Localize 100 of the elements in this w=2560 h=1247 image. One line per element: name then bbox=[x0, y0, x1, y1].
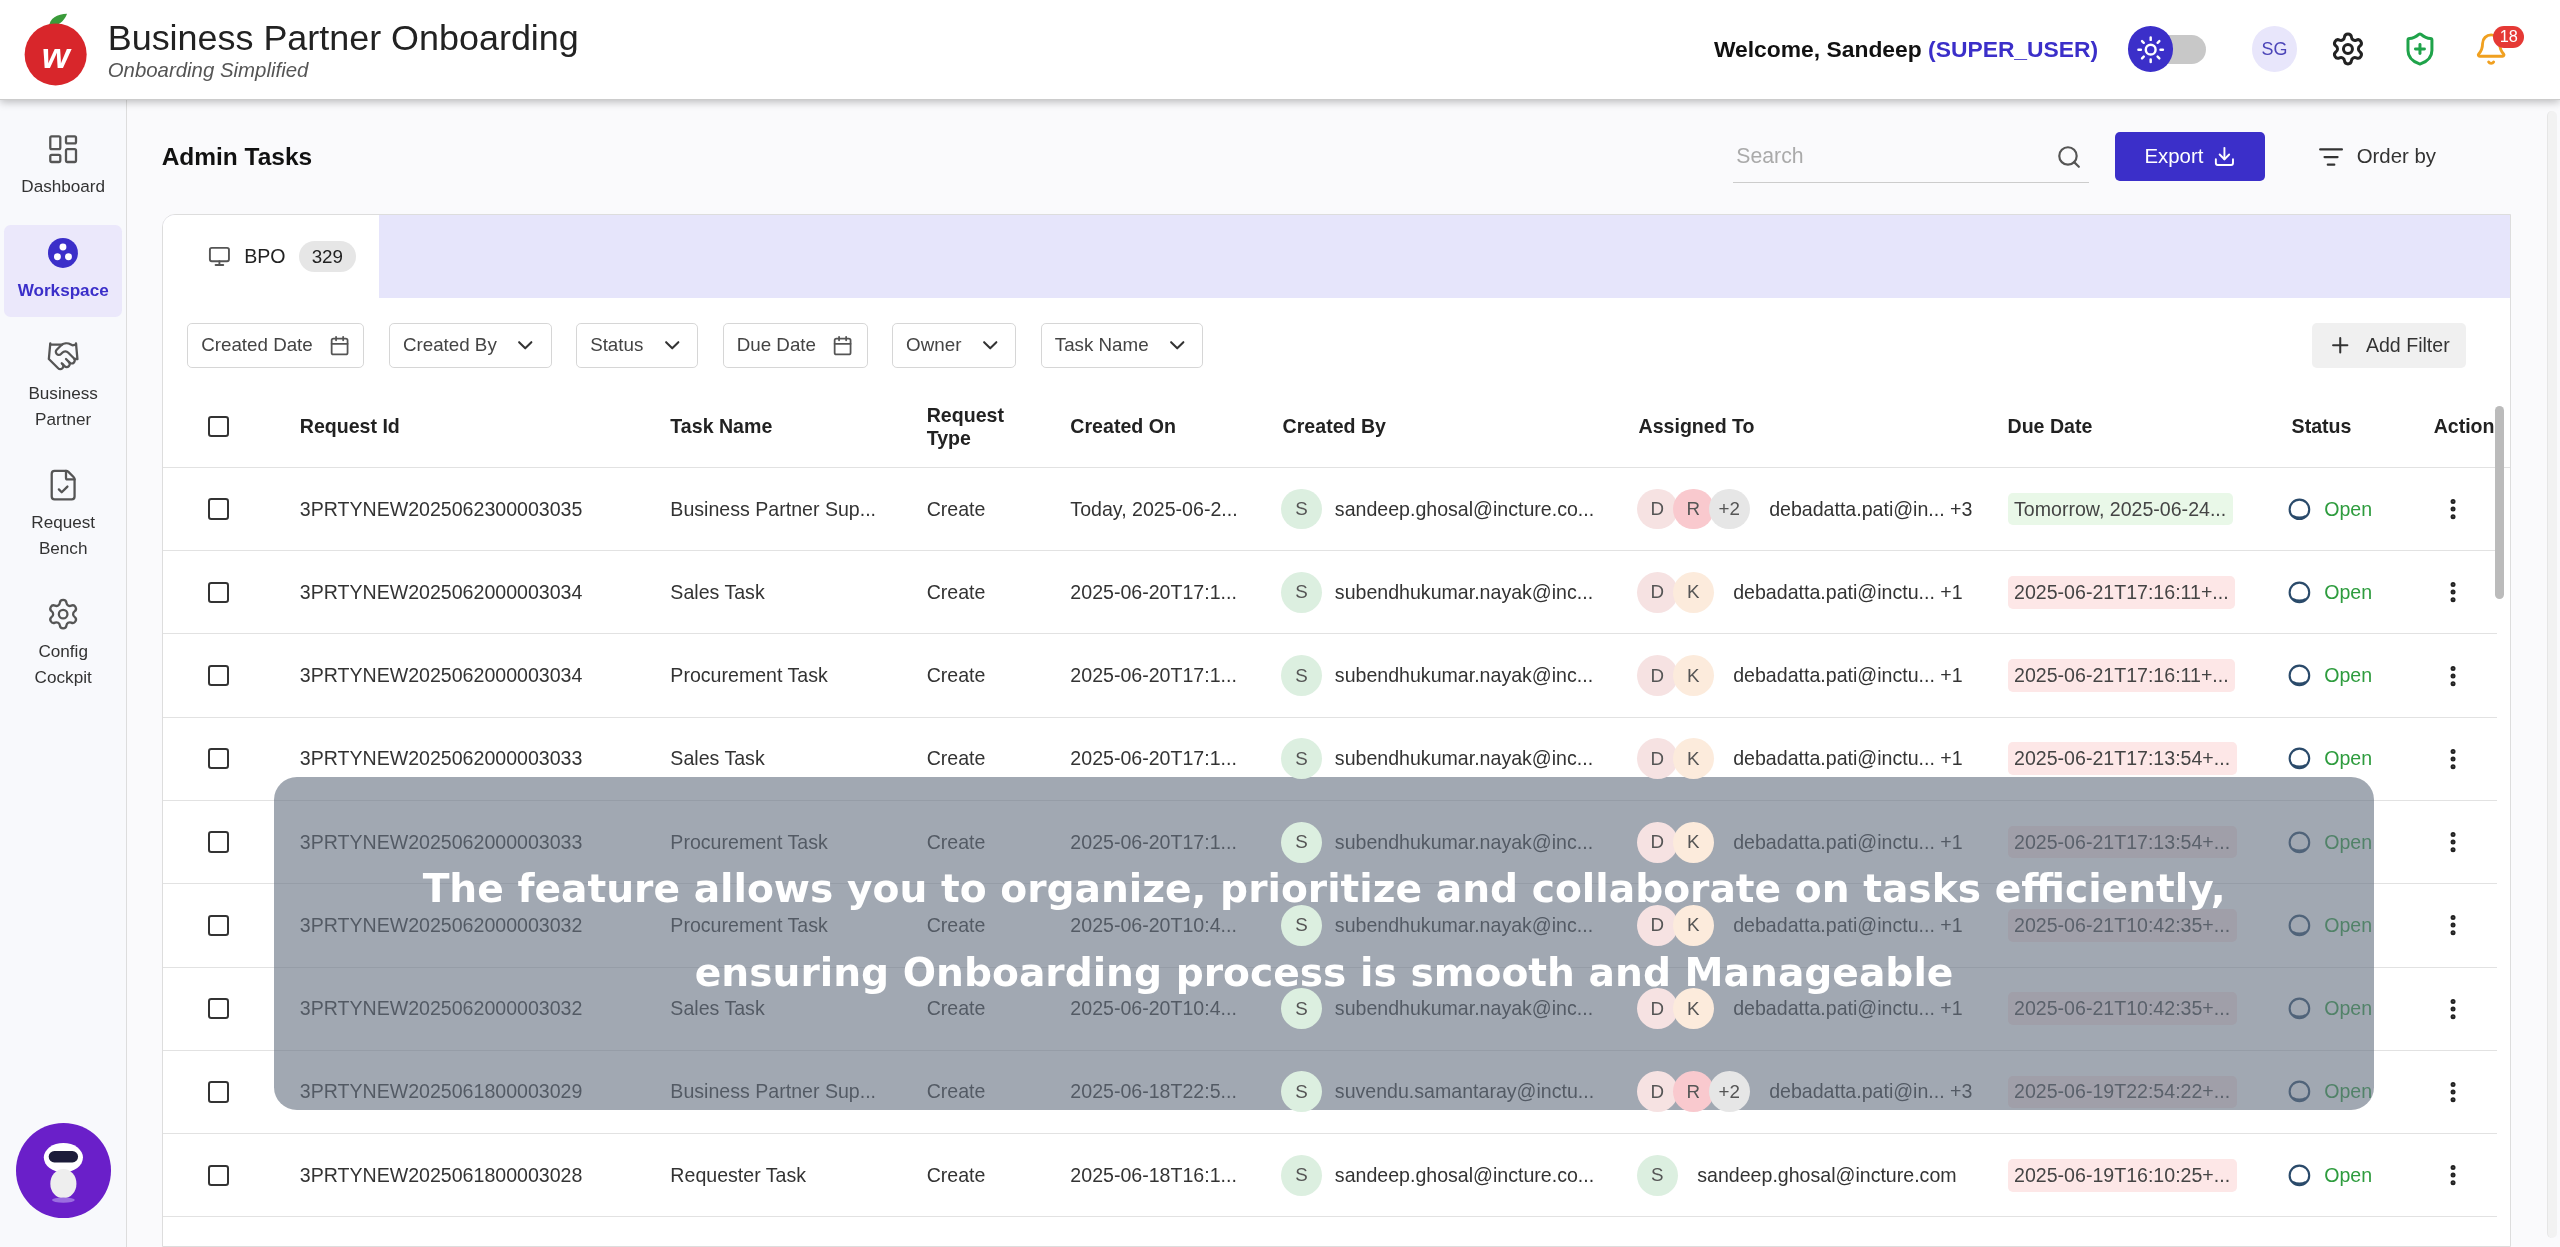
order-by-button[interactable]: Order by bbox=[2307, 142, 2446, 172]
row-checkbox[interactable] bbox=[207, 998, 229, 1020]
export-button[interactable]: Export bbox=[2115, 132, 2266, 182]
table-cell-text: 2025-06-18T16:1... bbox=[1069, 1163, 1238, 1187]
row-checkbox[interactable] bbox=[207, 498, 229, 520]
table-cell-text: Create bbox=[925, 1163, 987, 1187]
sidebar-item[interactable]: Dashboard bbox=[4, 122, 122, 213]
user-avatar: D bbox=[1636, 488, 1678, 530]
download-icon bbox=[2213, 145, 2236, 169]
scrollbar-thumb[interactable] bbox=[2495, 405, 2504, 599]
table-cell-text: debadatta.pati@inctu... +1 bbox=[1732, 913, 1963, 937]
table-cell-text: debadatta.pati@inctu... +1 bbox=[1732, 747, 1963, 771]
table-cell-text: 2025-06-20T17:1... bbox=[1069, 830, 1238, 854]
welcome-text: Welcome, Sandeep (SUPER_USER) bbox=[1713, 35, 2099, 63]
table-cell-text: Requester Task bbox=[669, 1163, 808, 1187]
sun-icon bbox=[2135, 34, 2166, 64]
user-avatar: S bbox=[1636, 1154, 1678, 1196]
status-icon bbox=[2288, 830, 2312, 854]
user-avatar: D bbox=[1636, 571, 1678, 613]
user-avatar[interactable]: SG bbox=[2251, 26, 2298, 73]
table-cell: subendhukumar.nayak@inc... bbox=[1334, 997, 1594, 1021]
table-cell-text: 2025-06-20T17:1... bbox=[1069, 580, 1238, 604]
row-checkbox[interactable] bbox=[207, 581, 229, 603]
monitor-icon bbox=[208, 245, 232, 268]
table-cell-text: debadatta.pati@inctu... +1 bbox=[1732, 580, 1963, 604]
user-avatar: K bbox=[1672, 571, 1714, 613]
table-cell-text: 3PRTYNEW2025062000003034 bbox=[298, 664, 584, 688]
table-cell-text: 3PRTYNEW2025062000003032 bbox=[298, 997, 584, 1021]
search-field[interactable]: Search bbox=[1733, 130, 2089, 183]
search-icon bbox=[2056, 143, 2083, 170]
add-filter-button[interactable]: Add Filter bbox=[2312, 322, 2466, 369]
status-text: Open bbox=[2324, 997, 2373, 1021]
user-avatar: S bbox=[1281, 988, 1322, 1030]
filter-dropdown[interactable]: Created Date bbox=[187, 322, 365, 369]
table-cell-text: Procurement Task bbox=[669, 830, 829, 854]
table-cell-text: 3PRTYNEW2025062000003033 bbox=[298, 747, 584, 771]
row-checkbox[interactable] bbox=[207, 1081, 229, 1103]
table-cell-text: 3PRTYNEW2025062000003033 bbox=[298, 830, 584, 854]
status-text: Open bbox=[2324, 913, 2373, 937]
column-header: Status bbox=[2290, 415, 2353, 438]
table-cell: subendhukumar.nayak@inc... bbox=[1334, 830, 1594, 854]
due-date-tag: 2025-06-21T17:16:11+... bbox=[2007, 575, 2236, 609]
sidebar-item[interactable]: Business Partner bbox=[4, 329, 122, 446]
status-text: Open bbox=[2324, 664, 2373, 688]
table-cell-text: 3PRTYNEW2025061800003028 bbox=[298, 1163, 584, 1187]
row-checkbox[interactable] bbox=[207, 1164, 229, 1186]
table-cell: sandeep.ghosal@incture.co... bbox=[1334, 1163, 1595, 1187]
table-cell-text: Create bbox=[925, 747, 987, 771]
table-cell-text: Sales Task bbox=[669, 997, 766, 1021]
status-text: Open bbox=[2324, 747, 2373, 771]
user-avatar: D bbox=[1636, 1071, 1678, 1113]
filter-dropdown[interactable]: Owner bbox=[892, 322, 1017, 369]
table-cell-text: debadatta.pati@inctu... +1 bbox=[1732, 997, 1963, 1021]
app-subtitle: Onboarding Simplified bbox=[107, 59, 310, 82]
filter-dropdown[interactable]: Created By bbox=[388, 322, 552, 369]
user-avatar: S bbox=[1281, 738, 1322, 780]
user-avatar: S bbox=[1281, 655, 1322, 696]
table-cell: subendhukumar.nayak@inc... bbox=[1334, 747, 1594, 771]
table-cell-text: Create bbox=[925, 830, 987, 854]
user-avatar: S bbox=[1281, 488, 1322, 530]
table-cell: suvendu.samantaray@inctu... bbox=[1334, 1080, 1595, 1104]
due-date-tag: 2025-06-21T17:13:54+... bbox=[2007, 742, 2237, 776]
status-icon bbox=[2288, 913, 2312, 937]
filter-dropdown[interactable]: Due Date bbox=[722, 322, 868, 369]
status-icon bbox=[2288, 580, 2312, 604]
status-text: Open bbox=[2324, 1080, 2373, 1104]
app-title: Business Partner Onboarding bbox=[107, 16, 579, 59]
table-cell-text: debadatta.pati@inctu... +1 bbox=[1732, 664, 1963, 688]
table-cell-text: Procurement Task bbox=[669, 664, 829, 688]
table-cell-text: sandeep.ghosal@incture.com bbox=[1696, 1163, 1957, 1187]
status-icon bbox=[2288, 664, 2312, 687]
table-cell-text: debadatta.pati@in... +3 bbox=[1768, 497, 1973, 521]
app-logo: w bbox=[22, 11, 89, 87]
row-checkbox[interactable] bbox=[207, 831, 229, 853]
tab[interactable]: BPO 329 bbox=[162, 214, 379, 299]
table-cell-text: debadatta.pati@inctu... +1 bbox=[1732, 830, 1963, 854]
theme-toggle[interactable] bbox=[2127, 26, 2206, 73]
table-cell-text: 3PRTYNEW2025061800003029 bbox=[298, 1080, 584, 1104]
column-header: Request Id bbox=[298, 415, 401, 438]
filter-dropdown[interactable]: Task Name bbox=[1040, 322, 1204, 369]
table-cell-text: Create bbox=[925, 497, 987, 521]
calendar-icon bbox=[329, 334, 351, 357]
table-cell-text: Sales Task bbox=[669, 747, 766, 771]
select-all-checkbox[interactable] bbox=[207, 416, 229, 438]
user-avatar: D bbox=[1636, 738, 1678, 780]
row-checkbox[interactable] bbox=[207, 748, 229, 770]
user-avatar: R bbox=[1672, 488, 1714, 530]
table-cell-text: Business Partner Sup... bbox=[669, 497, 878, 521]
sidebar-item[interactable]: Config Cockpit bbox=[4, 587, 122, 704]
sidebar-item[interactable]: Workspace bbox=[4, 225, 122, 317]
table-cell-text: 2025-06-18T22:5... bbox=[1069, 1080, 1238, 1104]
table-cell-text: Create bbox=[925, 664, 987, 688]
user-avatar: S bbox=[1281, 821, 1322, 863]
filter-dropdown[interactable]: Status bbox=[576, 322, 699, 369]
user-avatar: K bbox=[1672, 904, 1714, 946]
row-checkbox[interactable] bbox=[207, 664, 229, 687]
status-icon bbox=[2288, 1080, 2312, 1104]
row-checkbox[interactable] bbox=[207, 914, 229, 936]
sidebar-item[interactable]: Request Bench bbox=[4, 458, 122, 575]
column-header: Request Type bbox=[925, 403, 1005, 450]
